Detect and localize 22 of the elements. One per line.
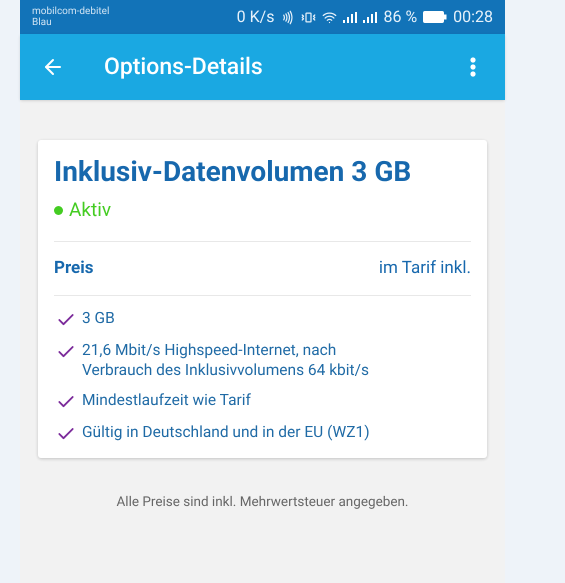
battery-percent: 86 %	[383, 6, 418, 28]
signal-icon	[343, 12, 358, 22]
vat-note: Alle Preise sind inkl. Mehrwertsteuer angegeben.	[116, 493, 410, 512]
price-label: Preis	[54, 256, 94, 280]
option-title: Inklusiv-Datenvolumen 3 GB	[54, 154, 412, 190]
screen-title: Options-Details	[104, 52, 264, 82]
feature-text: Gültig in Deutschland und in der EU (WZ1)	[82, 422, 371, 442]
feature-text: 21,6 Mbit/s Highspeed-Internet, nach Verbrauch des Inklusivvolumens 64 kbit/s	[82, 340, 370, 380]
vibrate-icon	[301, 10, 316, 24]
wifi-icon	[322, 10, 338, 24]
carrier-name: Blau	[32, 17, 53, 28]
battery-icon	[423, 11, 448, 23]
nfc-icon	[280, 10, 296, 24]
status-label: Aktiv	[69, 197, 112, 223]
price-value: im Tarif inkl.	[378, 256, 471, 280]
clock: 00:28	[453, 6, 493, 28]
signal-icon	[363, 12, 378, 22]
feature-text: Mindestlaufzeit wie Tarif	[82, 390, 252, 410]
more-icon	[470, 57, 476, 77]
carrier-name: mobilcom-debitel	[32, 6, 110, 17]
feature-text: 3 GB	[82, 308, 116, 328]
network-speed: 0 K/s	[236, 6, 274, 28]
